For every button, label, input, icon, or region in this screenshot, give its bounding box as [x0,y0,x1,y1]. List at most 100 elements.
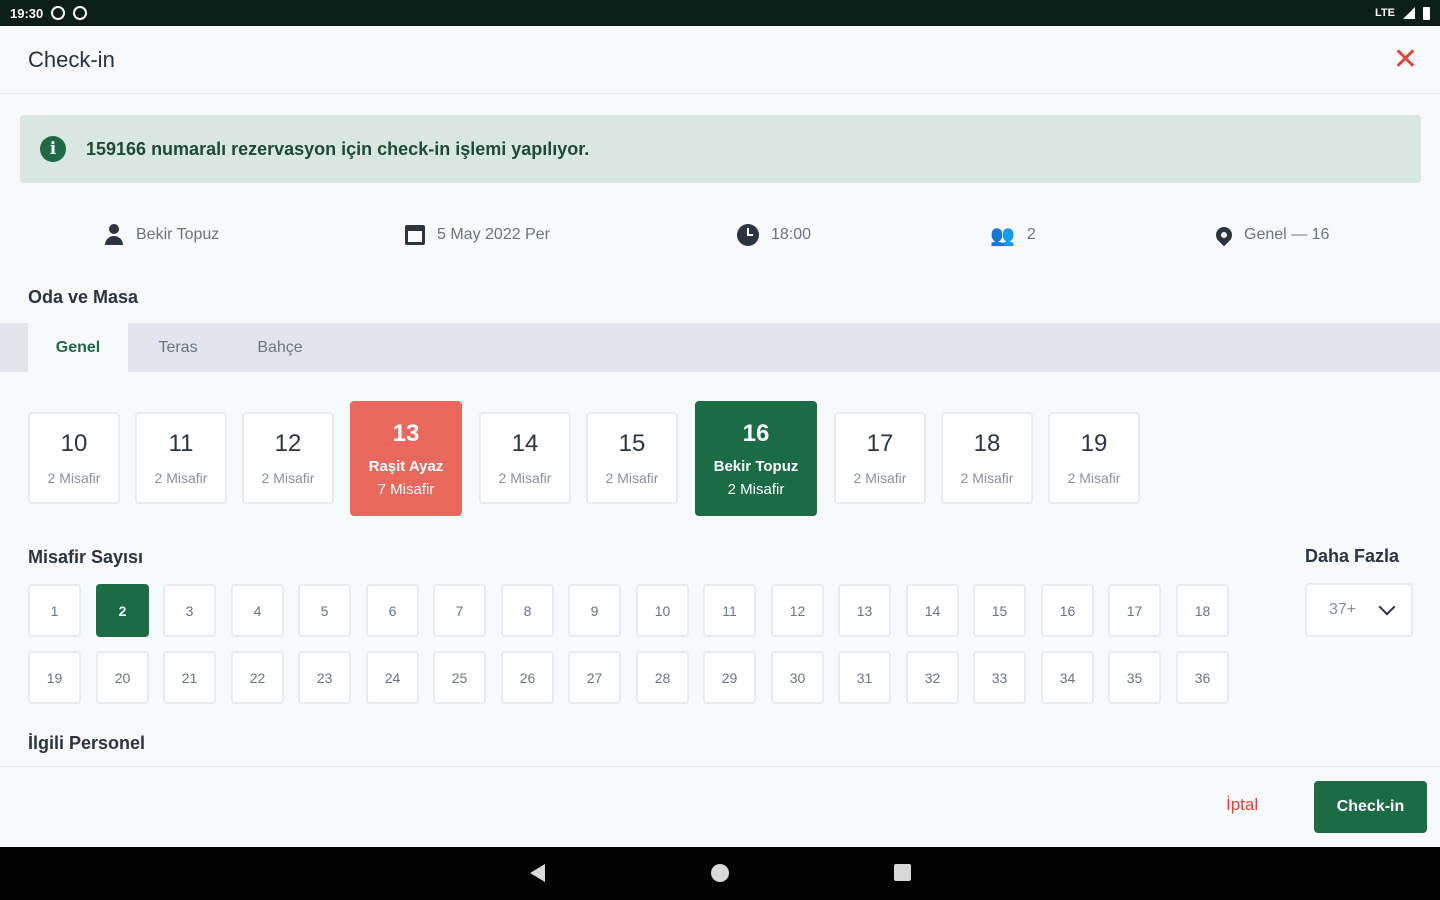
table-capacity: 2 Misafir [853,470,907,486]
guest-count-option-3[interactable]: 3 [163,584,216,637]
guest-count-option-35[interactable]: 35 [1108,651,1161,704]
more-guests-title: Daha Fazla [1305,546,1400,566]
sync-icon [73,6,88,20]
tab-bahce[interactable]: Bahçe [228,323,332,372]
signal-icon [1403,7,1415,19]
table-card-19[interactable]: 19 2 Misafir [1048,412,1140,504]
guest-count-option-27[interactable]: 27 [568,651,621,704]
guest-count-option-21[interactable]: 21 [163,651,216,704]
table-number: 16 [742,419,770,447]
table-card-10[interactable]: 10 2 Misafir [28,412,120,504]
guest-count-option-4[interactable]: 4 [231,584,284,637]
guest-count-option-31[interactable]: 31 [838,651,891,704]
summary-guest-count: 2 [1026,226,1036,243]
info-banner: i 159166 numaralı rezervasyon için check… [20,115,1421,183]
guest-count-option-23[interactable]: 23 [298,651,351,704]
banner-text: 159166 numaralı rezervasyon için check-i… [86,138,590,159]
summary-time-text: 18:00 [771,226,812,243]
table-number: 11 [168,430,194,457]
guest-count-option-20[interactable]: 20 [96,651,149,704]
table-capacity: 2 Misafir [154,470,208,486]
guest-count-option-29[interactable]: 29 [703,651,756,704]
table-number: 17 [866,430,894,457]
guest-count-option-28[interactable]: 28 [636,651,689,704]
page-title: Check-in [28,46,115,72]
summary-location-text: Genel — 16 [1244,226,1330,243]
table-card-14[interactable]: 14 2 Misafir [479,412,571,504]
clock-icon [737,224,759,246]
summary-date-text: 5 May 2022 Per [437,226,550,243]
status-bar: 19:30 LTE [0,0,1440,26]
guest-count-option-2[interactable]: 2 [96,584,149,637]
table-capacity: 2 Misafir [1067,470,1121,486]
table-capacity: 2 Misafir [727,480,785,498]
recent-apps-icon[interactable] [894,864,911,881]
guest-count-option-30[interactable]: 30 [771,651,824,704]
chevron-down-icon [1378,598,1396,616]
summary-guest: Bekir Topuz [104,220,219,250]
guest-count-option-24[interactable]: 24 [366,651,419,704]
guest-count-option-13[interactable]: 13 [838,584,891,637]
table-number: 12 [274,430,302,457]
guest-count-option-10[interactable]: 10 [636,584,689,637]
guest-count-option-6[interactable]: 6 [366,584,419,637]
staff-section-title: İlgili Personel [28,733,146,753]
table-card-18[interactable]: 18 2 Misafir [941,412,1033,504]
guest-count-option-18[interactable]: 18 [1176,584,1229,637]
cancel-button[interactable]: İptal [1226,795,1258,815]
guest-count-option-15[interactable]: 15 [973,584,1026,637]
dialog-footer: İptal Check-in [0,766,1440,847]
guest-count-option-16[interactable]: 16 [1041,584,1094,637]
guest-count-option-25[interactable]: 25 [433,651,486,704]
summary-location: Genel — 16 [1212,220,1330,250]
back-icon[interactable] [530,864,545,882]
table-card-17[interactable]: 17 2 Misafir [834,412,926,504]
room-section-title: Oda ve Masa [28,287,139,307]
guest-count-option-34[interactable]: 34 [1041,651,1094,704]
guest-count-option-9[interactable]: 9 [568,584,621,637]
guest-count-option-36[interactable]: 36 [1176,651,1229,704]
guest-count-option-5[interactable]: 5 [298,584,351,637]
guest-count-option-22[interactable]: 22 [231,651,284,704]
table-card-16[interactable]: 16 Bekir Topuz 2 Misafir [695,401,817,516]
table-number: 18 [973,430,1001,457]
summary-guests: 👥 2 [990,220,1036,250]
battery-icon [1423,6,1430,20]
tab-teras[interactable]: Teras [128,323,228,372]
summary-time: 18:00 [737,220,811,250]
table-capacity: 2 Misafir [605,470,659,486]
tab-genel[interactable]: Genel [28,323,128,372]
guest-count-option-8[interactable]: 8 [501,584,554,637]
settings-icon [51,6,66,20]
table-capacity: 2 Misafir [47,470,101,486]
table-card-13[interactable]: 13 Raşit Ayaz 7 Misafir [350,401,462,516]
table-capacity: 2 Misafir [261,470,315,486]
table-number: 19 [1080,430,1108,457]
close-icon[interactable]: ✕ [1393,44,1418,75]
guest-count-option-33[interactable]: 33 [973,651,1026,704]
table-number: 13 [392,419,420,447]
table-card-11[interactable]: 11 2 Misafir [135,412,227,504]
guest-count-option-17[interactable]: 17 [1108,584,1161,637]
home-icon[interactable] [711,864,729,882]
table-card-12[interactable]: 12 2 Misafir [242,412,334,504]
guest-count-option-12[interactable]: 12 [771,584,824,637]
table-number: 10 [60,430,88,457]
guest-count-option-14[interactable]: 14 [906,584,959,637]
area-tabs: Genel Teras Bahçe [0,323,1440,372]
checkin-button[interactable]: Check-in [1314,781,1427,833]
guest-count-option-26[interactable]: 26 [501,651,554,704]
network-label: LTE [1375,7,1395,19]
guest-count-option-32[interactable]: 32 [906,651,959,704]
guest-count-option-11[interactable]: 11 [703,584,756,637]
table-card-15[interactable]: 15 2 Misafir [586,412,678,504]
table-capacity: 2 Misafir [960,470,1014,486]
users-icon: 👥 [990,224,1015,247]
table-guest-name: Bekir Topuz [713,457,799,475]
table-guest-name: Raşit Ayaz [368,457,444,475]
guest-count-option-1[interactable]: 1 [28,584,81,637]
more-guests-select[interactable]: 37+ [1305,583,1413,637]
system-nav-bar [0,847,1440,900]
guest-count-option-19[interactable]: 19 [28,651,81,704]
guest-count-option-7[interactable]: 7 [433,584,486,637]
